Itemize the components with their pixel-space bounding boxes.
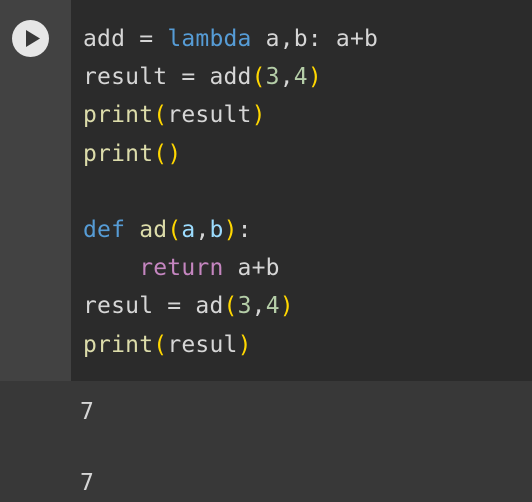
code-token: ,	[251, 293, 266, 320]
code-token: resul	[83, 293, 154, 320]
code-token: result	[167, 102, 252, 129]
code-token: 3	[237, 293, 252, 320]
code-token: add	[209, 64, 252, 91]
code-token: a+b	[223, 255, 280, 282]
cell-gutter	[0, 0, 71, 381]
code-token: (	[223, 293, 238, 320]
code-token: =	[167, 64, 210, 91]
code-token: )	[307, 64, 322, 91]
code-token: )	[237, 331, 252, 358]
code-line: print()	[83, 135, 378, 173]
code-token: 4	[265, 293, 280, 320]
code-token: lambda	[167, 26, 252, 52]
code-token: 4	[293, 64, 308, 91]
code-token: ad	[125, 216, 168, 243]
code-token: (	[153, 140, 168, 167]
code-text[interactable]: add = lambda a,b: a+b result = add(3,4) pr…	[83, 20, 378, 364]
code-token: print	[83, 140, 154, 167]
code-token: a,b: a+b	[251, 26, 379, 52]
code-token: :	[237, 216, 252, 243]
code-line: result = add(3,4)	[83, 58, 378, 96]
code-token: result	[83, 64, 168, 91]
code-token: (	[153, 102, 168, 129]
run-cell-button[interactable]	[12, 20, 49, 57]
code-token: resul	[167, 331, 238, 358]
output-line: 7	[80, 470, 94, 496]
code-token: 3	[265, 64, 280, 91]
code-token: ,	[195, 216, 210, 243]
code-token: (	[153, 331, 168, 358]
code-cell: add = lambda a,b: a+b result = add(3,4) pr…	[0, 0, 532, 381]
code-line: return a+b	[83, 249, 378, 287]
code-token: return	[139, 255, 224, 282]
code-token: )	[251, 102, 266, 129]
code-line: add = lambda a,b: a+b	[83, 20, 378, 58]
code-line: def ad(a,b):	[83, 211, 378, 249]
code-token: (	[167, 216, 182, 243]
code-token: (	[251, 64, 266, 91]
code-token: print	[83, 102, 154, 129]
code-token: def	[83, 216, 126, 243]
code-token: b	[209, 216, 224, 243]
code-line: print(resul)	[83, 326, 378, 364]
code-token: =	[125, 26, 168, 52]
code-token: )	[279, 293, 294, 320]
code-token: add	[83, 26, 126, 52]
code-token: )	[167, 140, 182, 167]
output-line: 7	[80, 399, 94, 425]
code-token: =	[153, 293, 196, 320]
code-token: ,	[279, 64, 294, 91]
code-token: print	[83, 331, 154, 358]
code-editor[interactable]: add = lambda a,b: a+b result = add(3,4) pr…	[71, 0, 532, 381]
code-token: a	[181, 216, 196, 243]
code-token: ad	[195, 293, 224, 320]
code-line: resul = ad(3,4)	[83, 287, 378, 325]
code-token: )	[223, 216, 238, 243]
play-icon	[26, 30, 40, 47]
cell-output: 7 7	[0, 381, 532, 502]
code-line: print(result)	[83, 96, 378, 134]
